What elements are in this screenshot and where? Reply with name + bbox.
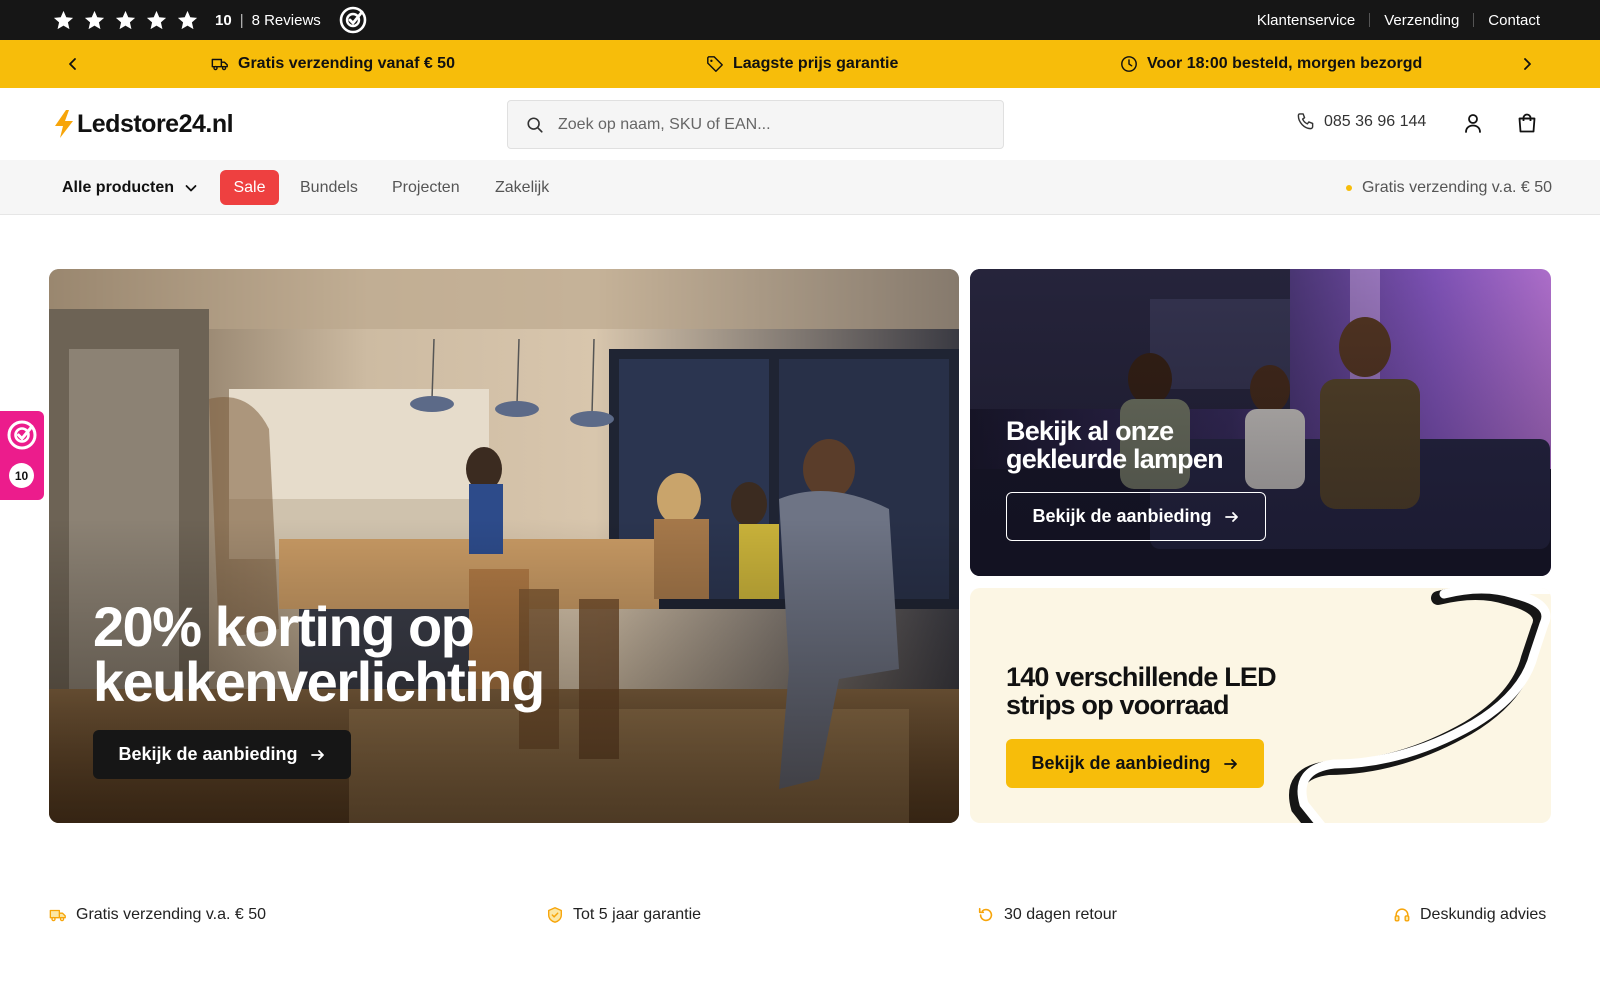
kiyoh-review-badge[interactable]: 10 bbox=[0, 411, 44, 500]
button-label: Bekijk de aanbieding bbox=[1031, 753, 1211, 773]
logo-text: Ledstore24.nl bbox=[77, 109, 234, 138]
reviews-count: 8 Reviews bbox=[251, 11, 321, 29]
cart-button[interactable] bbox=[1514, 110, 1540, 136]
shopping-bag-icon bbox=[1518, 113, 1536, 133]
badge-score: 10 bbox=[9, 463, 34, 488]
star-icon bbox=[53, 10, 74, 29]
search-box[interactable] bbox=[507, 100, 1004, 149]
usp-prev-button[interactable] bbox=[58, 40, 88, 88]
phone-icon bbox=[1297, 113, 1314, 130]
hero-banner-led-strips[interactable]: 140 verschillende LED strips op voorraad… bbox=[970, 588, 1551, 823]
hero-bottom-cta-button[interactable]: Bekijk de aanbieding bbox=[1006, 739, 1264, 788]
divider bbox=[1369, 13, 1371, 27]
hero-top-title: Bekijk al onze gekleurde lampen bbox=[1006, 416, 1224, 474]
all-products-label: Alle producten bbox=[62, 178, 175, 196]
link-contact[interactable]: Contact bbox=[1488, 12, 1540, 29]
truck-icon bbox=[211, 58, 228, 71]
kiyoh-logo-icon bbox=[7, 420, 37, 450]
hero-banner-kitchen[interactable]: 20% korting op keukenverlichting Bekijk … bbox=[49, 269, 959, 823]
site-logo[interactable]: Ledstore24.nl bbox=[52, 108, 234, 140]
arrow-right-icon bbox=[1223, 758, 1237, 769]
usp-row-item-advice: Deskundig advies bbox=[1393, 900, 1546, 930]
nav-link-projecten[interactable]: Projecten bbox=[392, 160, 460, 215]
star-icon bbox=[115, 10, 136, 29]
nav-link-zakelijk[interactable]: Zakelijk bbox=[495, 160, 549, 215]
shipping-info-label: Gratis verzending v.a. € 50 bbox=[1361, 178, 1552, 196]
phone-number: 085 36 96 144 bbox=[1324, 112, 1427, 130]
link-klantenservice[interactable]: Klantenservice bbox=[1257, 12, 1355, 29]
usp-row-item-returns: 30 dagen retour bbox=[977, 900, 1117, 930]
hero-main-cta-button[interactable]: Bekijk de aanbieding bbox=[93, 730, 351, 779]
usp-label: Voor 18:00 besteld, morgen bezorgd bbox=[1147, 55, 1423, 72]
top-links: Klantenservice Verzending Contact bbox=[1257, 0, 1540, 40]
rating-stars bbox=[52, 9, 199, 32]
all-products-menu[interactable]: Alle producten bbox=[62, 160, 198, 215]
sale-link[interactable]: Sale bbox=[220, 170, 279, 205]
chevron-left-icon bbox=[69, 58, 76, 70]
usp-row: Gratis verzending v.a. € 50 Tot 5 jaar g… bbox=[0, 900, 1600, 930]
usp-label: Laagste prijs garantie bbox=[733, 55, 899, 72]
account-button[interactable] bbox=[1460, 110, 1486, 136]
hero-top-cta-button[interactable]: Bekijk de aanbieding bbox=[1006, 492, 1266, 541]
usp-row-label: 30 dagen retour bbox=[1004, 906, 1117, 923]
hero-banner-colored-lamps[interactable]: Bekijk al onze gekleurde lampen Bekijk d… bbox=[970, 269, 1551, 576]
usp-item-price: Laagste prijs garantie bbox=[706, 40, 898, 88]
hero-bottom-title: 140 verschillende LED strips op voorraad bbox=[1006, 662, 1277, 720]
shield-check-icon bbox=[548, 907, 562, 923]
usp-row-label: Tot 5 jaar garantie bbox=[573, 906, 702, 923]
star-icon bbox=[84, 10, 105, 29]
user-icon bbox=[1465, 114, 1481, 133]
link-verzending[interactable]: Verzending bbox=[1384, 12, 1459, 29]
star-icon bbox=[177, 10, 198, 29]
star-icon bbox=[146, 10, 167, 29]
usp-row-item-warranty: Tot 5 jaar garantie bbox=[546, 900, 701, 930]
hero-main-title: 20% korting op keukenverlichting bbox=[93, 595, 545, 713]
tag-icon bbox=[707, 56, 723, 72]
search-input[interactable] bbox=[558, 115, 958, 134]
return-icon bbox=[978, 907, 993, 922]
clock-icon bbox=[1121, 56, 1137, 72]
site-header: Ledstore24.nl 085 36 96 144 bbox=[0, 88, 1600, 160]
usp-next-button[interactable] bbox=[1512, 40, 1542, 88]
kiyoh-logo-icon bbox=[339, 6, 367, 34]
review-rating[interactable]: 10 | 8 Reviews bbox=[52, 0, 367, 40]
chevron-right-icon bbox=[1524, 58, 1531, 70]
button-label: Bekijk de aanbieding bbox=[1032, 506, 1212, 526]
rating-separator: | bbox=[239, 11, 244, 29]
arrow-right-icon bbox=[1224, 511, 1238, 522]
usp-item-shipping: Gratis verzending vanaf € 50 bbox=[211, 40, 455, 88]
headset-icon bbox=[1394, 908, 1410, 922]
phone-link[interactable]: 085 36 96 144 bbox=[1296, 112, 1426, 131]
rating-score: 10 bbox=[215, 11, 232, 29]
usp-bar: Gratis verzending vanaf € 50 Laagste pri… bbox=[0, 40, 1600, 88]
status-dot bbox=[1345, 184, 1352, 191]
usp-row-label: Gratis verzending v.a. € 50 bbox=[76, 906, 267, 923]
truck-icon bbox=[49, 909, 66, 922]
nav-link-bundels[interactable]: Bundels bbox=[300, 160, 358, 215]
button-label: Bekijk de aanbieding bbox=[118, 744, 298, 764]
usp-label: Gratis verzending vanaf € 50 bbox=[238, 55, 455, 72]
lightning-bolt-icon bbox=[55, 110, 73, 138]
arrow-right-icon bbox=[310, 749, 324, 760]
chevron-down-icon bbox=[185, 184, 197, 191]
usp-row-item-shipping: Gratis verzending v.a. € 50 bbox=[49, 900, 266, 930]
main-nav: Alle producten Sale Bundels Projecten Za… bbox=[0, 160, 1600, 215]
top-bar: 10 | 8 Reviews Klantenservice Verzending… bbox=[0, 0, 1600, 40]
usp-item-delivery: Voor 18:00 besteld, morgen bezorgd bbox=[1120, 40, 1422, 88]
search-icon bbox=[527, 116, 543, 133]
usp-row-label: Deskundig advies bbox=[1420, 906, 1547, 923]
shipping-info: Gratis verzending v.a. € 50 bbox=[1345, 160, 1552, 215]
divider bbox=[1473, 13, 1475, 27]
